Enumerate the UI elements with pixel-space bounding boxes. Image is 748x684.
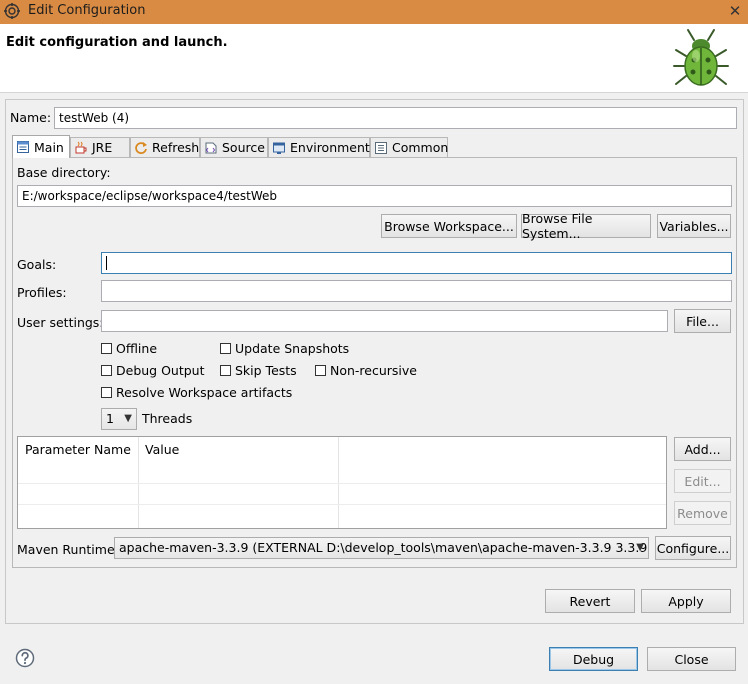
maven-runtime-label: Maven Runtime:: [17, 542, 119, 557]
tab-common-label: Common: [392, 140, 449, 155]
browse-file-system-button[interactable]: Browse File System...: [521, 211, 651, 241]
offline-checkbox[interactable]: Offline: [101, 341, 157, 356]
non-recursive-checkbox[interactable]: Non-recursive: [315, 363, 417, 378]
name-input[interactable]: [54, 107, 737, 129]
close-button[interactable]: Close: [647, 647, 736, 671]
checkbox-box: [101, 387, 112, 398]
maven-runtime-value: apache-maven-3.3.9 (EXTERNAL D:\develop_…: [119, 540, 649, 555]
help-icon[interactable]: [15, 648, 35, 668]
browse-workspace-button[interactable]: Browse Workspace...: [381, 214, 517, 238]
file-button[interactable]: File...: [674, 309, 731, 333]
text-cursor: [106, 256, 107, 270]
tab-common[interactable]: Common: [370, 137, 448, 157]
common-tab-icon: [375, 141, 387, 154]
parameters-table[interactable]: Parameter Name Value: [17, 436, 667, 529]
environment-tab-icon: [273, 142, 285, 154]
threads-select[interactable]: 1 ▼: [101, 408, 137, 430]
debug-output-label: Debug Output: [116, 363, 205, 378]
refresh-tab-icon: [135, 141, 147, 154]
tab-environment-label: Environment: [290, 140, 370, 155]
edit-button[interactable]: Edit...: [674, 469, 731, 493]
apply-button[interactable]: Apply: [641, 589, 731, 613]
table-row: [18, 504, 666, 505]
base-directory-label: Base directory:: [17, 165, 111, 180]
configure-button[interactable]: Configure...: [655, 536, 731, 560]
goals-label: Goals:: [17, 257, 57, 272]
tab-source-label: Source: [222, 140, 265, 155]
main-tab-icon: [17, 141, 29, 153]
title-bar: Edit Configuration ✕: [0, 0, 748, 24]
update-snapshots-checkbox[interactable]: Update Snapshots: [220, 341, 349, 356]
checkbox-box: [315, 365, 326, 376]
variables-button[interactable]: Variables...: [657, 214, 731, 238]
debug-output-checkbox[interactable]: Debug Output: [101, 363, 205, 378]
base-directory-input[interactable]: [17, 185, 732, 207]
add-button[interactable]: Add...: [674, 437, 731, 461]
header-banner: Edit configuration and launch.: [0, 24, 748, 93]
user-settings-input[interactable]: [101, 310, 668, 332]
table-row: [18, 483, 666, 484]
source-tab-icon: [205, 142, 217, 153]
goals-input[interactable]: [101, 252, 732, 274]
skip-tests-label: Skip Tests: [235, 363, 297, 378]
jre-tab-icon: [75, 141, 87, 153]
column-header-value[interactable]: Value: [145, 442, 179, 457]
close-icon[interactable]: ✕: [726, 1, 744, 21]
column-header-parameter-name[interactable]: Parameter Name: [25, 442, 131, 457]
tab-jre-label: JRE: [92, 140, 113, 155]
checkbox-box: [101, 343, 112, 354]
resolve-workspace-label: Resolve Workspace artifacts: [116, 385, 293, 400]
debug-bug-icon: [673, 29, 729, 86]
remove-button[interactable]: Remove: [674, 501, 731, 525]
tab-main-label: Main: [34, 139, 64, 155]
user-settings-label: User settings:: [17, 315, 104, 330]
tab-refresh-label: Refresh: [152, 140, 200, 155]
resolve-workspace-checkbox[interactable]: Resolve Workspace artifacts: [101, 385, 292, 400]
tab-jre[interactable]: JRE: [70, 137, 130, 157]
non-recursive-label: Non-recursive: [330, 363, 417, 378]
profiles-input[interactable]: [101, 280, 732, 302]
threads-label: Threads: [142, 411, 193, 426]
page-title: Edit configuration and launch.: [6, 35, 228, 50]
threads-value: 1: [106, 411, 114, 426]
window-title: Edit Configuration: [28, 3, 146, 18]
debug-button[interactable]: Debug: [549, 647, 638, 671]
profiles-label: Profiles:: [17, 285, 67, 300]
chevron-down-icon: ▼: [124, 413, 132, 424]
tab-environment[interactable]: Environment: [268, 137, 370, 157]
chevron-down-icon: ▼: [636, 542, 644, 553]
name-label: Name:: [10, 110, 52, 125]
tab-bar: Main JRE Refresh Source Environment Comm…: [12, 135, 736, 158]
offline-label: Offline: [116, 341, 158, 356]
eclipse-icon: [4, 3, 20, 19]
checkbox-box: [220, 365, 231, 376]
revert-button[interactable]: Revert: [545, 589, 635, 613]
skip-tests-checkbox[interactable]: Skip Tests: [220, 363, 297, 378]
update-snapshots-label: Update Snapshots: [235, 341, 350, 356]
tab-main[interactable]: Main: [12, 135, 70, 158]
checkbox-box: [101, 365, 112, 376]
checkbox-box: [220, 343, 231, 354]
tab-refresh[interactable]: Refresh: [130, 137, 200, 157]
maven-runtime-select[interactable]: apache-maven-3.3.9 (EXTERNAL D:\develop_…: [114, 537, 649, 559]
tab-source[interactable]: Source: [200, 137, 268, 157]
